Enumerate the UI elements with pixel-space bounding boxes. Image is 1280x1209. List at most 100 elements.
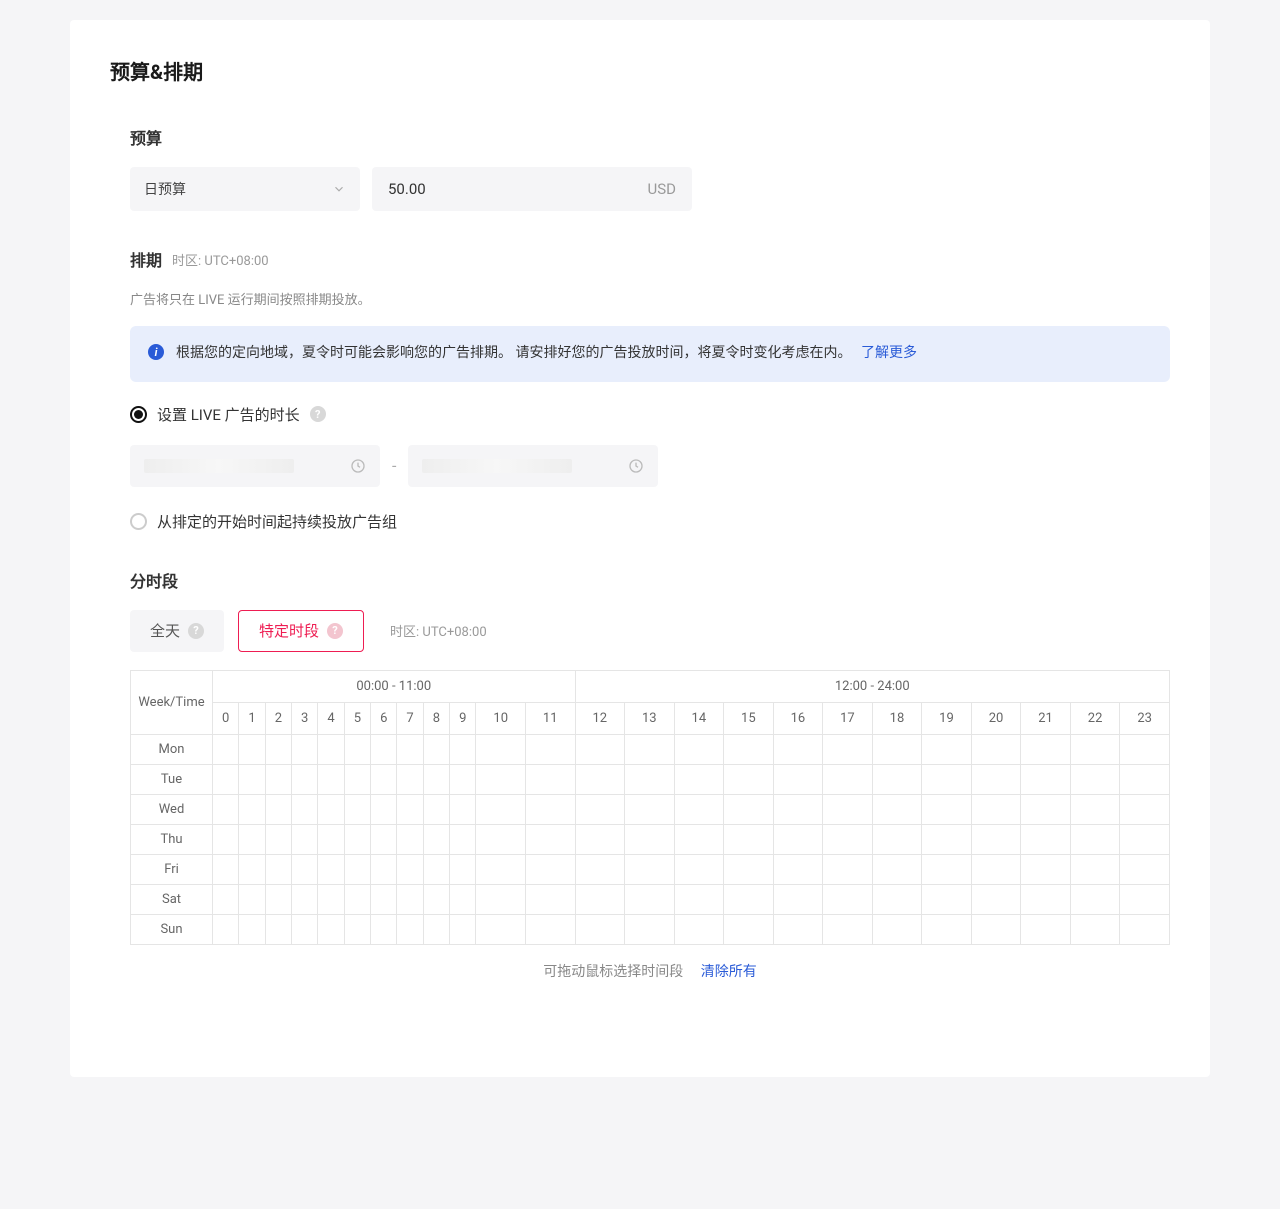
grid-cell[interactable] [1070, 734, 1120, 764]
grid-cell[interactable] [476, 794, 526, 824]
start-time-input[interactable] [130, 445, 380, 487]
grid-cell[interactable] [371, 794, 397, 824]
grid-cell[interactable] [450, 884, 476, 914]
grid-cell[interactable] [724, 824, 774, 854]
grid-cell[interactable] [371, 764, 397, 794]
grid-cell[interactable] [397, 764, 423, 794]
grid-cell[interactable] [371, 824, 397, 854]
grid-cell[interactable] [239, 794, 265, 824]
grid-cell[interactable] [1120, 884, 1170, 914]
grid-cell[interactable] [922, 734, 972, 764]
grid-cell[interactable] [344, 794, 370, 824]
grid-cell[interactable] [971, 764, 1021, 794]
grid-cell[interactable] [450, 764, 476, 794]
grid-cell[interactable] [344, 884, 370, 914]
tab-specific-time[interactable]: 特定时段 ? [238, 610, 364, 652]
grid-cell[interactable] [823, 824, 873, 854]
grid-cell[interactable] [922, 884, 972, 914]
grid-cell[interactable] [423, 824, 449, 854]
grid-cell[interactable] [265, 794, 291, 824]
grid-cell[interactable] [450, 914, 476, 944]
grid-cell[interactable] [476, 884, 526, 914]
grid-cell[interactable] [213, 824, 239, 854]
grid-cell[interactable] [773, 734, 823, 764]
learn-more-link[interactable]: 了解更多 [861, 345, 917, 361]
grid-cell[interactable] [971, 884, 1021, 914]
grid-cell[interactable] [1120, 914, 1170, 944]
grid-cell[interactable] [1021, 734, 1071, 764]
radio-selected-icon[interactable] [130, 406, 147, 423]
grid-cell[interactable] [823, 854, 873, 884]
grid-cell[interactable] [450, 824, 476, 854]
grid-cell[interactable] [724, 794, 774, 824]
grid-cell[interactable] [292, 734, 318, 764]
grid-cell[interactable] [1120, 734, 1170, 764]
grid-cell[interactable] [1070, 854, 1120, 884]
grid-cell[interactable] [1021, 824, 1071, 854]
grid-cell[interactable] [724, 764, 774, 794]
grid-cell[interactable] [872, 824, 922, 854]
grid-cell[interactable] [674, 884, 724, 914]
tab-all-day[interactable]: 全天 ? [130, 610, 224, 652]
grid-cell[interactable] [239, 884, 265, 914]
end-time-input[interactable] [408, 445, 658, 487]
grid-cell[interactable] [525, 734, 575, 764]
grid-cell[interactable] [724, 884, 774, 914]
grid-cell[interactable] [476, 914, 526, 944]
grid-cell[interactable] [971, 794, 1021, 824]
grid-cell[interactable] [292, 884, 318, 914]
grid-cell[interactable] [213, 734, 239, 764]
grid-cell[interactable] [371, 914, 397, 944]
grid-cell[interactable] [922, 824, 972, 854]
grid-cell[interactable] [625, 794, 675, 824]
grid-cell[interactable] [344, 824, 370, 854]
grid-cell[interactable] [397, 824, 423, 854]
grid-cell[interactable] [823, 764, 873, 794]
grid-cell[interactable] [423, 884, 449, 914]
grid-cell[interactable] [265, 734, 291, 764]
grid-cell[interactable] [397, 914, 423, 944]
grid-cell[interactable] [525, 794, 575, 824]
grid-cell[interactable] [773, 914, 823, 944]
grid-cell[interactable] [239, 914, 265, 944]
grid-cell[interactable] [625, 884, 675, 914]
grid-cell[interactable] [724, 734, 774, 764]
grid-cell[interactable] [625, 914, 675, 944]
grid-cell[interactable] [318, 764, 344, 794]
grid-cell[interactable] [525, 914, 575, 944]
grid-cell[interactable] [525, 824, 575, 854]
grid-cell[interactable] [239, 734, 265, 764]
grid-cell[interactable] [239, 854, 265, 884]
grid-cell[interactable] [872, 914, 922, 944]
grid-cell[interactable] [773, 764, 823, 794]
grid-cell[interactable] [773, 884, 823, 914]
grid-cell[interactable] [575, 884, 625, 914]
grid-cell[interactable] [476, 824, 526, 854]
radio-unselected-icon[interactable] [130, 513, 147, 530]
grid-cell[interactable] [423, 764, 449, 794]
budget-type-select[interactable]: 日预算 [130, 167, 360, 211]
grid-cell[interactable] [872, 854, 922, 884]
grid-cell[interactable] [823, 794, 873, 824]
grid-cell[interactable] [292, 824, 318, 854]
grid-cell[interactable] [265, 824, 291, 854]
grid-cell[interactable] [318, 794, 344, 824]
grid-cell[interactable] [450, 794, 476, 824]
grid-cell[interactable] [674, 794, 724, 824]
grid-cell[interactable] [1070, 764, 1120, 794]
grid-cell[interactable] [213, 854, 239, 884]
grid-cell[interactable] [575, 794, 625, 824]
grid-cell[interactable] [1070, 914, 1120, 944]
grid-cell[interactable] [318, 734, 344, 764]
grid-cell[interactable] [423, 794, 449, 824]
grid-cell[interactable] [318, 914, 344, 944]
grid-cell[interactable] [450, 854, 476, 884]
grid-cell[interactable] [1021, 914, 1071, 944]
schedule-option-continuous[interactable]: 从排定的开始时间起持续投放广告组 [130, 511, 1170, 532]
grid-cell[interactable] [292, 794, 318, 824]
grid-cell[interactable] [575, 854, 625, 884]
grid-cell[interactable] [1070, 824, 1120, 854]
grid-cell[interactable] [872, 734, 922, 764]
grid-cell[interactable] [674, 854, 724, 884]
help-icon[interactable]: ? [310, 406, 326, 422]
